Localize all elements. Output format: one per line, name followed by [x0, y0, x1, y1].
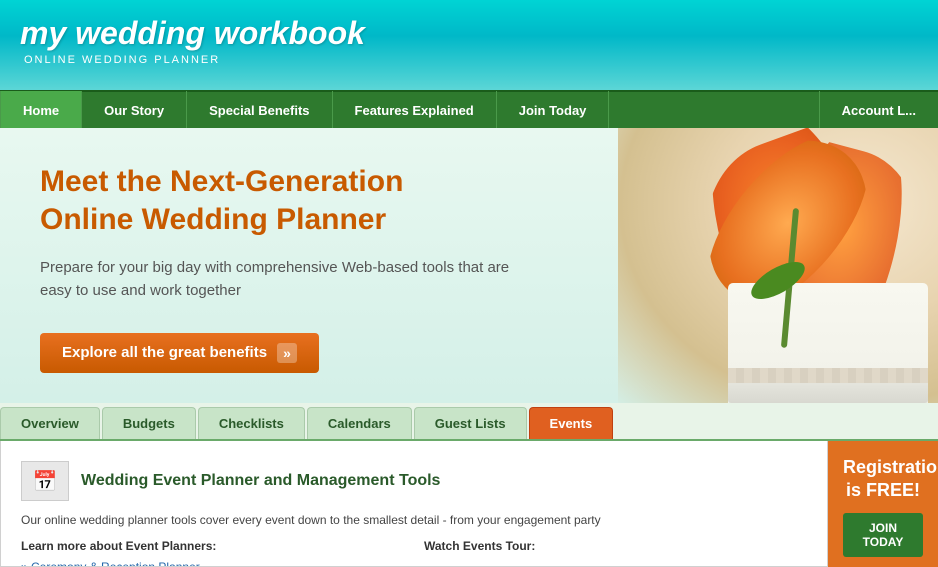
content-body-text: Our online wedding planner tools cover e… — [21, 511, 807, 529]
ceremony-reception-link[interactable]: » Ceremony & Reception Planner — [21, 560, 200, 567]
content-columns: Learn more about Event Planners: » Cerem… — [21, 539, 807, 567]
sidebar-registration-title: Registration is FREE! — [843, 456, 923, 503]
watch-tour-title: Watch Events Tour: — [424, 539, 807, 553]
hero-banner: Meet the Next-GenerationOnline Wedding P… — [0, 128, 938, 403]
join-today-sidebar-button[interactable]: JOIN TODAY — [843, 513, 923, 557]
nav-home[interactable]: Home — [0, 91, 82, 129]
nav-our-story[interactable]: Our Story — [82, 91, 187, 129]
hero-subtitle: Prepare for your big day with comprehens… — [40, 256, 520, 303]
tab-overview[interactable]: Overview — [0, 407, 100, 439]
hero-flowers-image — [618, 128, 938, 403]
nav-features-explained[interactable]: Features Explained — [333, 91, 497, 129]
content-col-watch: Watch Events Tour: — [424, 539, 807, 567]
hero-title: Meet the Next-GenerationOnline Wedding P… — [40, 163, 620, 238]
tab-events[interactable]: Events — [529, 407, 614, 439]
cta-label: Explore all the great benefits — [62, 344, 267, 361]
main-nav: Home Our Story Special Benefits Features… — [0, 90, 938, 128]
tab-guest-lists[interactable]: Guest Lists — [414, 407, 527, 439]
content-heading: Wedding Event Planner and Management Too… — [81, 472, 440, 490]
hero-content: Meet the Next-GenerationOnline Wedding P… — [0, 128, 660, 403]
tab-calendars[interactable]: Calendars — [307, 407, 412, 439]
registration-sidebar: Registration is FREE! JOIN TODAY — [828, 441, 938, 567]
site-logo[interactable]: my wedding workbook — [20, 15, 918, 52]
content-col-learn: Learn more about Event Planners: » Cerem… — [21, 539, 404, 567]
content-title-area: 📅 Wedding Event Planner and Management T… — [21, 461, 807, 501]
logo-area: my wedding workbook ONLINE WEDDING PLANN… — [0, 0, 938, 81]
nav-special-benefits[interactable]: Special Benefits — [187, 91, 332, 129]
nav-account-login[interactable]: Account L... — [819, 91, 938, 129]
site-tagline: ONLINE WEDDING PLANNER — [20, 54, 918, 66]
site-header: my wedding workbook ONLINE WEDDING PLANN… — [0, 0, 938, 90]
cta-arrow-icon: » — [277, 343, 297, 363]
explore-benefits-button[interactable]: Explore all the great benefits » — [40, 333, 319, 373]
tab-budgets[interactable]: Budgets — [102, 407, 196, 439]
tab-checklists[interactable]: Checklists — [198, 407, 305, 439]
nav-join-today[interactable]: Join Today — [497, 91, 610, 129]
content-icon: 📅 — [21, 461, 69, 501]
content-area: 📅 Wedding Event Planner and Management T… — [0, 441, 938, 567]
content-tabs: Overview Budgets Checklists Calendars Gu… — [0, 403, 938, 441]
learn-more-title: Learn more about Event Planners: — [21, 539, 404, 553]
main-content: 📅 Wedding Event Planner and Management T… — [0, 441, 828, 567]
